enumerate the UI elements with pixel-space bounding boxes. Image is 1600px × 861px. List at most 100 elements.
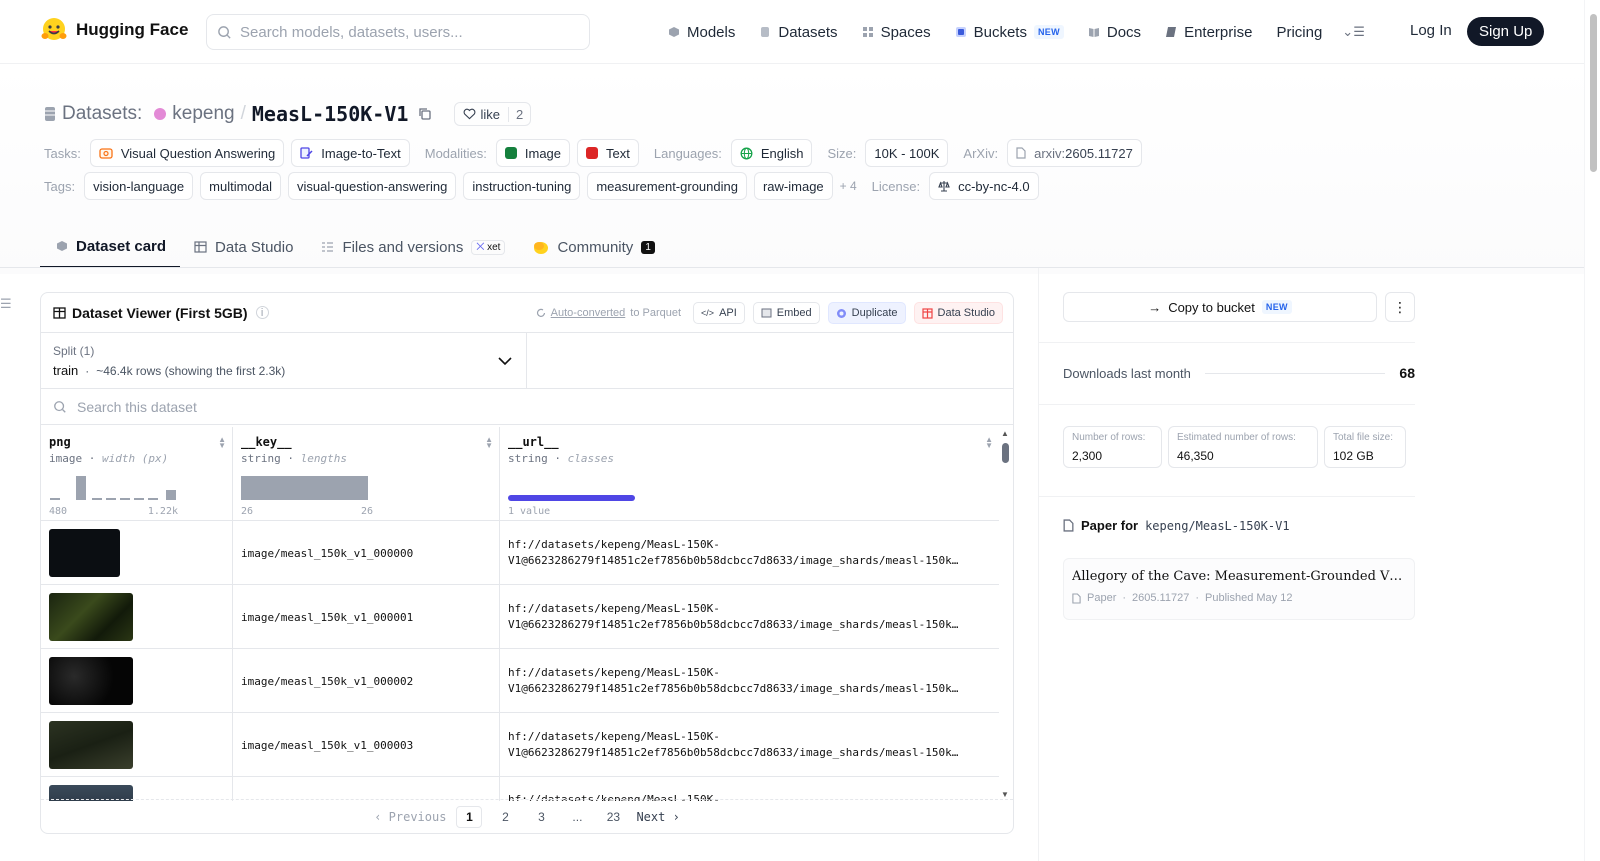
nav-enterprise[interactable]: Enterprise bbox=[1165, 24, 1252, 41]
tag-chip[interactable]: multimodal bbox=[200, 172, 282, 200]
tab-data-studio[interactable]: Data Studio bbox=[180, 226, 307, 268]
histogram-bar[interactable] bbox=[50, 498, 60, 500]
table-row[interactable]: image/measl_150k_v1_000001 hf://datasets… bbox=[41, 585, 999, 649]
key-cell[interactable]: image/measl_150k_v1_000000 bbox=[233, 521, 500, 585]
tab-community[interactable]: Community 1 bbox=[519, 226, 668, 268]
image-thumbnail[interactable] bbox=[49, 657, 133, 705]
next-page-button[interactable]: Next › bbox=[636, 810, 679, 824]
image-thumbnail[interactable] bbox=[49, 529, 120, 577]
grid-scrollbar[interactable]: ▲ ▼ bbox=[997, 427, 1013, 801]
key-cell[interactable]: image/measl_150k_v1_000003 bbox=[233, 713, 500, 777]
scroll-down-icon[interactable]: ▼ bbox=[1001, 790, 1009, 799]
image-cell[interactable] bbox=[41, 649, 233, 713]
histogram-bar[interactable] bbox=[148, 498, 158, 500]
nav-docs[interactable]: Docs bbox=[1088, 24, 1141, 41]
page-button[interactable]: 1 bbox=[456, 805, 483, 828]
page-scrollbar[interactable] bbox=[1584, 0, 1600, 861]
histogram-bar[interactable] bbox=[120, 498, 130, 500]
image-cell[interactable] bbox=[41, 713, 233, 777]
data-studio-button[interactable]: Data Studio bbox=[913, 302, 1003, 324]
image-thumbnail[interactable] bbox=[49, 721, 133, 769]
more-menu-icon[interactable]: ⌄☰ bbox=[1342, 24, 1365, 40]
paper-card[interactable]: Allegory of the Cave: Measurement-Ground… bbox=[1063, 558, 1415, 620]
tab-dataset-card[interactable]: Dataset card bbox=[40, 226, 181, 268]
page-button[interactable]: 3 bbox=[528, 806, 554, 828]
image-thumbnail[interactable] bbox=[49, 593, 133, 641]
dataset-search-input[interactable] bbox=[77, 398, 677, 415]
histogram-bar[interactable] bbox=[166, 490, 176, 500]
image-cell[interactable] bbox=[41, 585, 233, 649]
sidebar-toggle-icon[interactable]: ☰ bbox=[0, 296, 12, 312]
url-cell[interactable]: hf://datasets/kepeng/MeasL-150K- bbox=[500, 777, 999, 801]
task-chip-image-to-text[interactable]: Image-to-Text bbox=[291, 139, 410, 167]
tag-chip[interactable]: visual-question-answering bbox=[288, 172, 457, 200]
histogram-bar[interactable] bbox=[92, 498, 102, 500]
nav-models[interactable]: Models bbox=[668, 24, 735, 41]
table-row[interactable]: image/measl_150k_v1_000002 hf://datasets… bbox=[41, 649, 999, 713]
dataset-search[interactable] bbox=[41, 389, 1013, 425]
url-cell[interactable]: hf://datasets/kepeng/MeasL-150K- V1@6623… bbox=[500, 585, 999, 649]
tag-chip[interactable]: instruction-tuning bbox=[463, 172, 581, 200]
nav-pricing[interactable]: Pricing bbox=[1276, 24, 1322, 41]
tag-chip[interactable]: raw-image bbox=[753, 172, 833, 200]
column-header-url[interactable]: __url__ string · classes ▲ ▼ 1 value bbox=[500, 427, 999, 521]
histogram-bar[interactable] bbox=[76, 476, 86, 500]
column-header-key[interactable]: __key__ string · lengths ▲ ▼ 26 26 bbox=[233, 427, 500, 521]
login-link[interactable]: Log In bbox=[1410, 22, 1452, 39]
nav-buckets[interactable]: Buckets NEW bbox=[955, 24, 1064, 41]
table-row[interactable]: hf://datasets/kepeng/MeasL-150K- bbox=[41, 777, 999, 801]
image-cell[interactable] bbox=[41, 521, 233, 585]
histogram-bar[interactable] bbox=[134, 498, 144, 500]
sort-icon[interactable]: ▲ ▼ bbox=[985, 436, 993, 450]
histogram-bar[interactable] bbox=[106, 498, 116, 500]
repo-owner-link[interactable]: kepeng bbox=[172, 103, 234, 125]
url-cell[interactable]: hf://datasets/kepeng/MeasL-150K- V1@6623… bbox=[500, 713, 999, 777]
key-cell[interactable]: image/measl_150k_v1_000002 bbox=[233, 649, 500, 713]
like-button[interactable]: like 2 bbox=[454, 102, 532, 126]
table-row[interactable]: image/measl_150k_v1_000000 hf://datasets… bbox=[41, 521, 999, 585]
task-chip-vqa[interactable]: Visual Question Answering bbox=[89, 139, 285, 167]
scroll-up-icon[interactable]: ▲ bbox=[1001, 429, 1009, 438]
key-cell[interactable] bbox=[233, 777, 500, 801]
size-chip[interactable]: 10K - 100K bbox=[865, 139, 949, 167]
copy-icon[interactable] bbox=[418, 107, 432, 121]
tab-files-and-versions[interactable]: Files and versions ⨉ xet bbox=[307, 226, 519, 268]
copy-to-bucket-button[interactable]: → Copy to bucket NEW bbox=[1063, 292, 1377, 322]
page-scroll-thumb[interactable] bbox=[1590, 14, 1597, 172]
nav-datasets[interactable]: Datasets bbox=[759, 24, 838, 41]
duplicate-button[interactable]: Duplicate bbox=[827, 302, 906, 324]
page-button[interactable]: 2 bbox=[492, 806, 518, 828]
modality-chip-image[interactable]: Image bbox=[495, 139, 571, 167]
split-selector[interactable]: Split (1) train · ~46.4k rows (showing t… bbox=[41, 333, 527, 388]
image-cell[interactable] bbox=[41, 777, 233, 801]
nav-spaces[interactable]: Spaces bbox=[862, 24, 931, 41]
paper-title[interactable]: Allegory of the Cave: Measurement-Ground… bbox=[1072, 569, 1406, 584]
tag-chip[interactable]: measurement-grounding bbox=[587, 172, 747, 200]
info-icon[interactable]: i bbox=[255, 306, 269, 319]
global-search[interactable] bbox=[206, 14, 590, 50]
class-bar[interactable] bbox=[508, 495, 635, 501]
scroll-thumb[interactable] bbox=[1002, 443, 1009, 463]
page-button[interactable]: 23 bbox=[600, 806, 626, 828]
kebab-menu-icon[interactable]: ⋮ bbox=[1385, 292, 1415, 322]
global-search-input[interactable] bbox=[240, 23, 570, 41]
key-cell[interactable]: image/measl_150k_v1_000001 bbox=[233, 585, 500, 649]
user-avatar[interactable] bbox=[154, 108, 167, 120]
sort-icon[interactable]: ▲ ▼ bbox=[485, 436, 493, 450]
signup-button[interactable]: Sign Up bbox=[1467, 17, 1545, 46]
sort-icon[interactable]: ▲ ▼ bbox=[218, 436, 226, 450]
like-count[interactable]: 2 bbox=[507, 106, 530, 122]
embed-button[interactable]: Embed bbox=[752, 302, 820, 324]
brand-logo[interactable]: Hugging Face bbox=[40, 16, 188, 44]
api-button[interactable]: </> API bbox=[693, 302, 745, 324]
language-chip-english[interactable]: English bbox=[730, 139, 813, 167]
license-chip[interactable]: cc-by-nc-4.0 bbox=[929, 172, 1039, 200]
table-row[interactable]: image/measl_150k_v1_000003 hf://datasets… bbox=[41, 713, 999, 777]
arxiv-chip[interactable]: arxiv: 2605.11727 bbox=[1007, 139, 1142, 167]
url-cell[interactable]: hf://datasets/kepeng/MeasL-150K- V1@6623… bbox=[500, 649, 999, 713]
auto-converted-link[interactable]: Auto-converted bbox=[551, 307, 626, 319]
tag-chip[interactable]: vision-language bbox=[84, 172, 194, 200]
column-header-png[interactable]: png image · width (px) ▲ ▼ 480 1.22k bbox=[41, 427, 233, 521]
previous-page-button[interactable]: ‹ Previous bbox=[374, 810, 446, 824]
histogram-bar[interactable] bbox=[241, 476, 368, 500]
